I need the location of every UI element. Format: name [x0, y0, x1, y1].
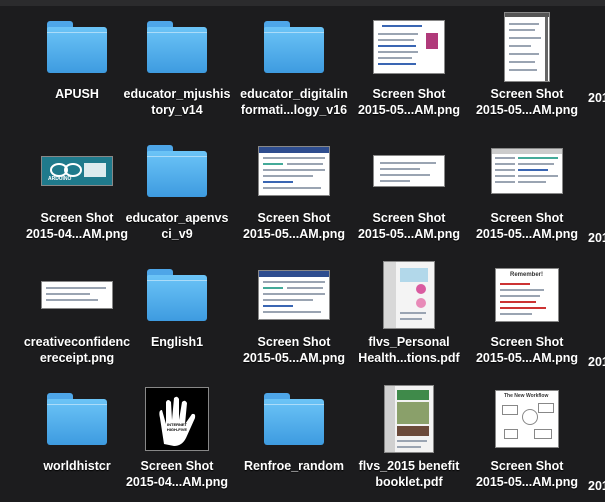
folder-icon — [47, 21, 107, 73]
item-thumbnail[interactable]: INTERNET HIGH-FIVE — [115, 384, 239, 454]
pdf-thumbnail — [384, 262, 434, 328]
file-item[interactable]: Screen Shot 2015-05...AM.png — [232, 260, 356, 378]
item-label[interactable]: flvs_2015 benefit booklet.pdf — [347, 458, 471, 490]
item-label[interactable]: Screen Shot 2015-05...AM.png — [232, 334, 356, 366]
document-thumbnail: The New Workflow — [496, 391, 558, 447]
document-thumbnail — [492, 149, 562, 193]
item-label[interactable]: Screen Shot 2015-05...AM.png — [465, 210, 589, 242]
item-label[interactable]: Screen Shot 2015-04...AM.png — [115, 458, 239, 490]
item-label[interactable]: educator_mjushis tory_v14 — [115, 86, 239, 118]
item-label[interactable]: educator_digitalin formati...logy_v16 — [232, 86, 356, 118]
item-label[interactable]: educator_apenvs ci_v9 — [115, 210, 239, 242]
arduino-logo-thumbnail: ARDUINO — [42, 157, 112, 185]
document-thumbnail — [374, 21, 444, 73]
document-thumbnail: Remember! — [496, 269, 558, 321]
item-label[interactable]: Screen Shot 2015-05...AM.png — [465, 458, 589, 490]
file-item[interactable]: The New Workflow Screen Shot 2015-05...A… — [465, 384, 589, 502]
folder-icon — [47, 393, 107, 445]
item-thumbnail[interactable] — [347, 384, 471, 454]
folder-item[interactable]: educator_apenvs ci_v9 — [115, 136, 239, 254]
document-thumbnail — [505, 13, 549, 81]
item-thumbnail[interactable] — [347, 136, 471, 206]
file-item[interactable]: Screen Shot 2015-05...AM.png — [232, 136, 356, 254]
item-thumbnail[interactable] — [347, 260, 471, 330]
folder-icon — [147, 21, 207, 73]
file-item[interactable]: Screen Shot 2015-05...AM.png — [465, 136, 589, 254]
folder-icon — [147, 145, 207, 197]
item-label[interactable]: English1 — [115, 334, 239, 350]
partial-label-3: 201 — [588, 355, 605, 369]
document-thumbnail — [42, 282, 112, 308]
document-thumbnail — [259, 271, 329, 319]
item-label[interactable]: Screen Shot 2015-05...AM.png — [347, 210, 471, 242]
svg-text:HIGH-FIVE: HIGH-FIVE — [167, 427, 188, 432]
hand-icon: INTERNET HIGH-FIVE — [159, 396, 196, 446]
file-item[interactable]: flvs_Personal Health...tions.pdf — [347, 260, 471, 378]
window-top-edge — [0, 0, 605, 6]
file-item[interactable]: INTERNET HIGH-FIVE Screen Shot 2015-04..… — [115, 384, 239, 502]
hand-poster-thumbnail: INTERNET HIGH-FIVE — [146, 388, 208, 450]
item-label[interactable]: Screen Shot 2015-05...AM.png — [465, 334, 589, 366]
file-item[interactable]: Screen Shot 2015-05...AM.png — [465, 12, 589, 130]
item-thumbnail[interactable] — [115, 136, 239, 206]
item-thumbnail[interactable] — [232, 260, 356, 330]
item-label[interactable]: Screen Shot 2015-05...AM.png — [347, 86, 471, 118]
item-thumbnail[interactable] — [232, 384, 356, 454]
folder-icon — [264, 21, 324, 73]
item-thumbnail[interactable]: The New Workflow — [465, 384, 589, 454]
file-item[interactable]: Screen Shot 2015-05...AM.png — [347, 136, 471, 254]
item-thumbnail[interactable] — [115, 12, 239, 82]
file-item[interactable]: Remember! Screen Shot 2015-05...AM.png — [465, 260, 589, 378]
document-thumbnail — [259, 147, 329, 195]
file-item[interactable]: flvs_2015 benefit booklet.pdf — [347, 384, 471, 502]
item-thumbnail[interactable] — [347, 12, 471, 82]
item-label[interactable]: Screen Shot 2015-05...AM.png — [232, 210, 356, 242]
item-thumbnail[interactable] — [115, 260, 239, 330]
item-thumbnail[interactable] — [465, 12, 589, 82]
folder-item[interactable]: Renfroe_random — [232, 384, 356, 502]
item-thumbnail[interactable] — [232, 12, 356, 82]
folder-item[interactable]: English1 — [115, 260, 239, 378]
item-thumbnail[interactable] — [465, 136, 589, 206]
folder-icon — [264, 393, 324, 445]
item-label[interactable]: flvs_Personal Health...tions.pdf — [347, 334, 471, 366]
item-label[interactable]: Screen Shot 2015-05...AM.png — [465, 86, 589, 118]
item-thumbnail[interactable]: Remember! — [465, 260, 589, 330]
item-thumbnail[interactable] — [232, 136, 356, 206]
partial-label-2: 201 — [588, 231, 605, 245]
item-label[interactable]: Renfroe_random — [232, 458, 356, 474]
file-item[interactable]: Screen Shot 2015-05...AM.png — [347, 12, 471, 130]
folder-item[interactable]: educator_mjushis tory_v14 — [115, 12, 239, 130]
partial-label-1: 201 — [588, 91, 605, 105]
folder-item[interactable]: educator_digitalin formati...logy_v16 — [232, 12, 356, 130]
pdf-thumbnail — [385, 386, 433, 452]
partial-label-4: 201 — [588, 479, 605, 493]
document-thumbnail — [374, 156, 444, 186]
folder-icon — [147, 269, 207, 321]
